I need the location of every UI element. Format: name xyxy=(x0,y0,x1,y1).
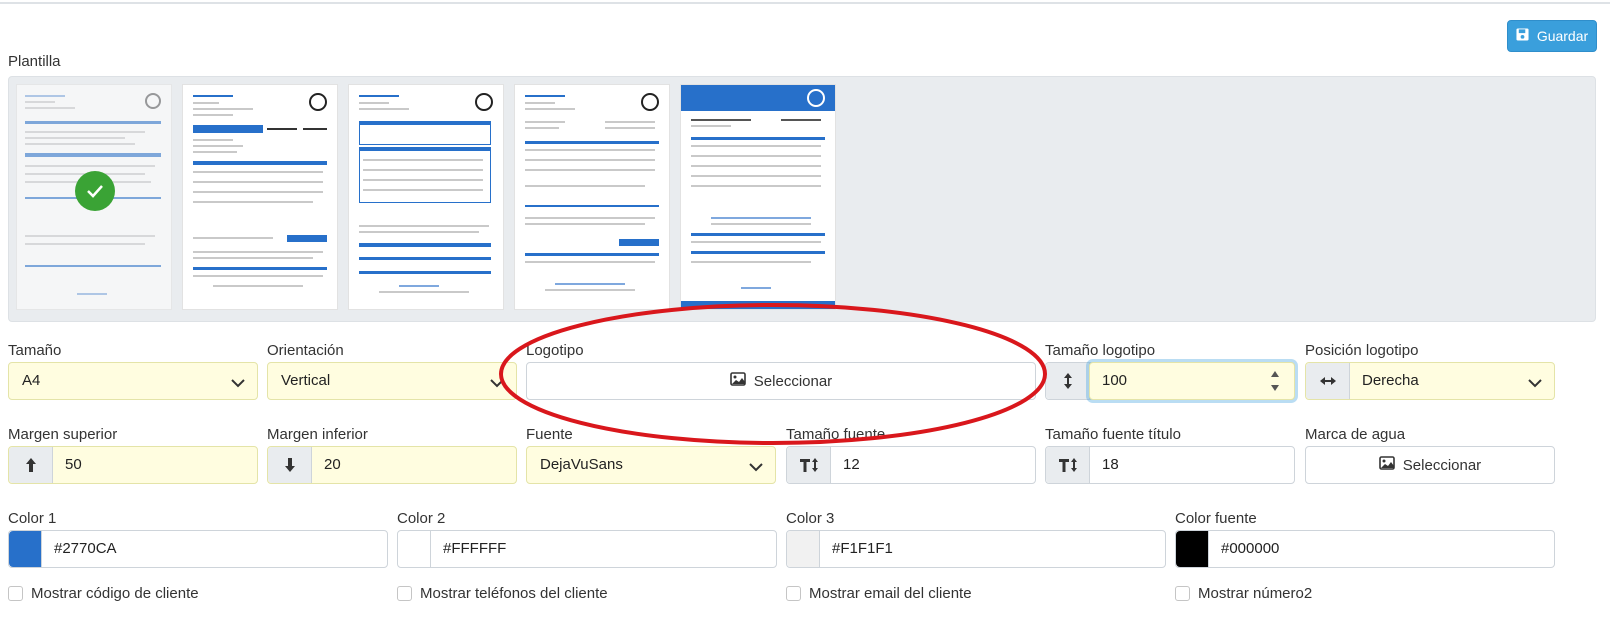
text-height-icon xyxy=(787,447,831,483)
selected-check-icon xyxy=(75,171,115,211)
font-color-swatch[interactable] xyxy=(1176,531,1209,567)
font-value: DejaVuSans xyxy=(540,456,623,473)
template-thumbnail-2[interactable] xyxy=(183,85,337,309)
show-client-phones-label: Mostrar teléfonos del cliente xyxy=(420,585,608,602)
logo-position-select[interactable]: Derecha xyxy=(1305,362,1555,400)
size-value: A4 xyxy=(22,372,41,389)
margin-top-label: Margen superior xyxy=(8,426,118,443)
watermark-select-label: Seleccionar xyxy=(1402,456,1482,474)
orientation-label: Orientación xyxy=(267,342,344,359)
save-button-label: Guardar xyxy=(1536,28,1589,44)
watermark-select-button[interactable]: Seleccionar xyxy=(1305,446,1555,484)
image-icon xyxy=(1378,456,1395,474)
chevron-down-icon xyxy=(1528,375,1542,392)
font-size-value: 12 xyxy=(843,456,860,473)
chevron-down-icon xyxy=(490,375,504,392)
font-color-input[interactable]: #000000 xyxy=(1175,530,1555,568)
size-select[interactable]: A4 xyxy=(8,362,258,400)
horizontal-arrows-icon xyxy=(1306,363,1350,399)
logo-select-button[interactable]: Seleccionar xyxy=(526,362,1036,400)
template-thumbnail-4[interactable] xyxy=(515,85,669,309)
logo-position-value: Derecha xyxy=(1362,372,1419,389)
color2-label: Color 2 xyxy=(397,510,446,527)
vertical-arrows-icon xyxy=(1046,363,1090,399)
logo-size-input[interactable]: 100 xyxy=(1089,362,1295,400)
template-gallery xyxy=(8,76,1596,322)
margin-bottom-label: Margen inferior xyxy=(267,426,368,443)
font-color-label: Color fuente xyxy=(1175,510,1257,527)
title-font-size-value: 18 xyxy=(1102,456,1119,473)
size-label: Tamaño xyxy=(8,342,62,359)
margin-top-value: 50 xyxy=(65,456,82,473)
text-height-icon xyxy=(1046,447,1090,483)
color2-swatch[interactable] xyxy=(398,531,431,567)
title-font-size-label: Tamaño fuente título xyxy=(1045,426,1181,443)
spinner-icon[interactable] xyxy=(1270,368,1280,398)
arrow-down-icon xyxy=(268,447,312,483)
title-font-size-input[interactable]: 18 xyxy=(1045,446,1295,484)
floppy-disk-icon xyxy=(1516,28,1529,44)
margin-bottom-input[interactable]: 20 xyxy=(267,446,517,484)
color2-input[interactable]: #FFFFFF xyxy=(397,530,777,568)
watermark-label: Marca de agua xyxy=(1305,426,1406,443)
color3-label: Color 3 xyxy=(786,510,835,527)
font-size-label: Tamaño fuente xyxy=(786,426,886,443)
margin-top-input[interactable]: 50 xyxy=(8,446,258,484)
logo-size-label: Tamaño logotipo xyxy=(1045,342,1156,359)
arrow-up-icon xyxy=(9,447,53,483)
show-client-code-checkbox[interactable] xyxy=(8,586,23,601)
logo-select-label: Seleccionar xyxy=(753,372,833,390)
font-size-input[interactable]: 12 xyxy=(786,446,1036,484)
color1-label: Color 1 xyxy=(8,510,57,527)
show-client-email-label: Mostrar email del cliente xyxy=(809,585,972,602)
show-number2-checkbox[interactable] xyxy=(1175,586,1190,601)
color1-input[interactable]: #2770CA xyxy=(8,530,388,568)
logo-position-label: Posición logotipo xyxy=(1305,342,1419,359)
show-client-code-label: Mostrar código de cliente xyxy=(31,585,199,602)
show-number2-label: Mostrar número2 xyxy=(1198,585,1313,602)
template-thumbnail-5[interactable] xyxy=(681,85,835,309)
template-thumbnail-3[interactable] xyxy=(349,85,503,309)
logo-size-value: 100 xyxy=(1102,372,1128,389)
color2-value: #FFFFFF xyxy=(443,540,507,557)
color3-input[interactable]: #F1F1F1 xyxy=(786,530,1166,568)
color3-swatch[interactable] xyxy=(787,531,820,567)
chevron-down-icon xyxy=(749,459,763,476)
save-button[interactable]: Guardar xyxy=(1507,20,1597,52)
color3-value: #F1F1F1 xyxy=(832,540,893,557)
top-border xyxy=(0,2,1610,4)
image-icon xyxy=(729,372,746,390)
color1-swatch[interactable] xyxy=(9,531,42,567)
margin-bottom-value: 20 xyxy=(324,456,341,473)
show-client-email-checkbox[interactable] xyxy=(786,586,801,601)
orientation-select[interactable]: Vertical xyxy=(267,362,517,400)
font-select[interactable]: DejaVuSans xyxy=(526,446,776,484)
chevron-down-icon xyxy=(231,375,245,392)
logo-label: Logotipo xyxy=(526,342,584,359)
font-label: Fuente xyxy=(526,426,573,443)
template-label: Plantilla xyxy=(8,53,61,70)
font-color-value: #000000 xyxy=(1221,540,1280,557)
color1-value: #2770CA xyxy=(54,540,117,557)
show-client-phones-checkbox[interactable] xyxy=(397,586,412,601)
orientation-value: Vertical xyxy=(281,372,331,389)
